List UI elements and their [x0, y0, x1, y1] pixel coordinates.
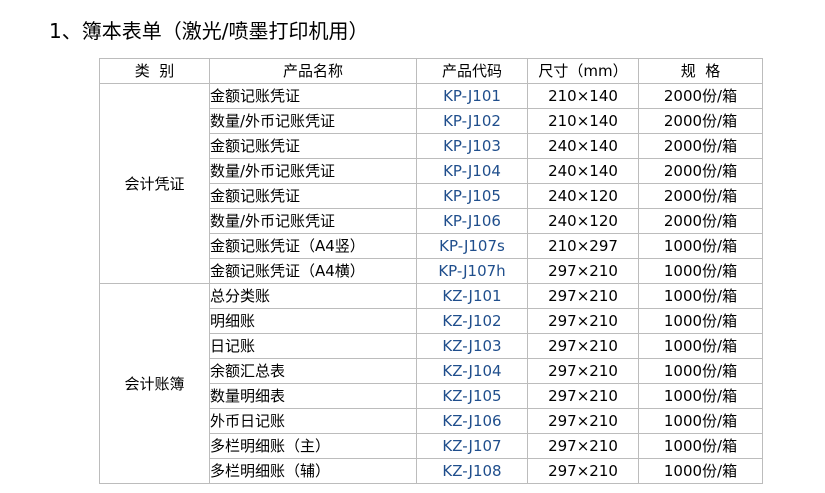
product-name-cell: 明细账 [209, 308, 417, 334]
size-cell: 240×140 [527, 158, 639, 184]
column-header-size: 尺寸（mm） [527, 58, 639, 84]
product-name-cell: 金额记账凭证 [209, 183, 417, 209]
product-code-cell: KZ-J108 [416, 458, 528, 484]
product-code-cell: KZ-J107 [416, 433, 528, 459]
size-cell: 297×210 [527, 258, 639, 284]
spec-cell: 1000份/箱 [638, 408, 763, 434]
spec-cell: 1000份/箱 [638, 383, 763, 409]
size-cell: 297×210 [527, 433, 639, 459]
product-code-cell: KZ-J103 [416, 333, 528, 359]
size-cell: 240×120 [527, 208, 639, 234]
product-name-cell: 数量/外币记账凭证 [209, 108, 417, 134]
product-name-cell: 多栏明细账（辅） [209, 458, 417, 484]
spec-cell: 1000份/箱 [638, 433, 763, 459]
spec-cell: 1000份/箱 [638, 458, 763, 484]
size-cell: 297×210 [527, 383, 639, 409]
product-code-cell: KP-J106 [416, 208, 528, 234]
table-header-row: 类 别 产品名称 产品代码 尺寸（mm） 规 格 [99, 58, 763, 84]
size-cell: 297×210 [527, 408, 639, 434]
product-code-cell: KP-J104 [416, 158, 528, 184]
category-cell: 会计凭证 [99, 83, 210, 284]
product-code-cell: KZ-J104 [416, 358, 528, 384]
product-table: 类 别 产品名称 产品代码 尺寸（mm） 规 格 会计凭证 金额记账凭证 KP-J1… [99, 58, 763, 484]
size-cell: 210×297 [527, 233, 639, 259]
spec-cell: 2000份/箱 [638, 208, 763, 234]
page-title: 1、簿本表单（激光/喷墨打印机用） [49, 19, 369, 43]
column-header-product-code: 产品代码 [416, 58, 528, 84]
product-code-cell: KP-J102 [416, 108, 528, 134]
column-header-spec: 规 格 [638, 58, 763, 84]
spec-cell: 2000份/箱 [638, 108, 763, 134]
product-name-cell: 数量明细表 [209, 383, 417, 409]
product-name-cell: 金额记账凭证 [209, 83, 417, 109]
size-cell: 210×140 [527, 83, 639, 109]
size-cell: 297×210 [527, 458, 639, 484]
column-header-product-name: 产品名称 [209, 58, 417, 84]
spec-cell: 2000份/箱 [638, 133, 763, 159]
product-name-cell: 数量/外币记账凭证 [209, 208, 417, 234]
product-name-cell: 数量/外币记账凭证 [209, 158, 417, 184]
product-name-cell: 金额记账凭证 [209, 133, 417, 159]
product-code-cell: KZ-J102 [416, 308, 528, 334]
product-code-cell: KP-J107h [416, 258, 528, 284]
product-name-cell: 多栏明细账（主） [209, 433, 417, 459]
spec-cell: 1000份/箱 [638, 233, 763, 259]
table-row: 会计账簿 总分类账 KZ-J101 297×210 1000份/箱 [99, 283, 763, 484]
spec-cell: 1000份/箱 [638, 283, 763, 309]
product-code-cell: KZ-J105 [416, 383, 528, 409]
spec-cell: 2000份/箱 [638, 158, 763, 184]
product-code-cell: KZ-J106 [416, 408, 528, 434]
product-code-cell: KZ-J101 [416, 283, 528, 309]
column-header-category: 类 别 [99, 58, 210, 84]
spec-cell: 2000份/箱 [638, 183, 763, 209]
product-code-cell: KP-J103 [416, 133, 528, 159]
product-name-cell: 余额汇总表 [209, 358, 417, 384]
size-cell: 210×140 [527, 108, 639, 134]
size-cell: 297×210 [527, 333, 639, 359]
spec-cell: 1000份/箱 [638, 258, 763, 284]
table-body: 会计凭证 金额记账凭证 KP-J101 210×140 2000份/箱 数量/外币记账凭证… [99, 83, 763, 484]
size-cell: 297×210 [527, 283, 639, 309]
category-cell: 会计账簿 [99, 283, 210, 484]
product-name-cell: 外币日记账 [209, 408, 417, 434]
size-cell: 297×210 [527, 308, 639, 334]
table-row: 会计凭证 金额记账凭证 KP-J101 210×140 2000份/箱 [99, 83, 763, 284]
spec-cell: 1000份/箱 [638, 308, 763, 334]
product-code-cell: KP-J101 [416, 83, 528, 109]
spec-cell: 1000份/箱 [638, 358, 763, 384]
product-code-cell: KP-J107s [416, 233, 528, 259]
size-cell: 240×140 [527, 133, 639, 159]
size-cell: 297×210 [527, 358, 639, 384]
size-cell: 240×120 [527, 183, 639, 209]
product-name-cell: 金额记账凭证（A4竖） [209, 233, 417, 259]
product-name-cell: 总分类账 [209, 283, 417, 309]
spec-cell: 2000份/箱 [638, 83, 763, 109]
product-code-cell: KP-J105 [416, 183, 528, 209]
spec-cell: 1000份/箱 [638, 333, 763, 359]
product-name-cell: 金额记账凭证（A4横） [209, 258, 417, 284]
product-name-cell: 日记账 [209, 333, 417, 359]
